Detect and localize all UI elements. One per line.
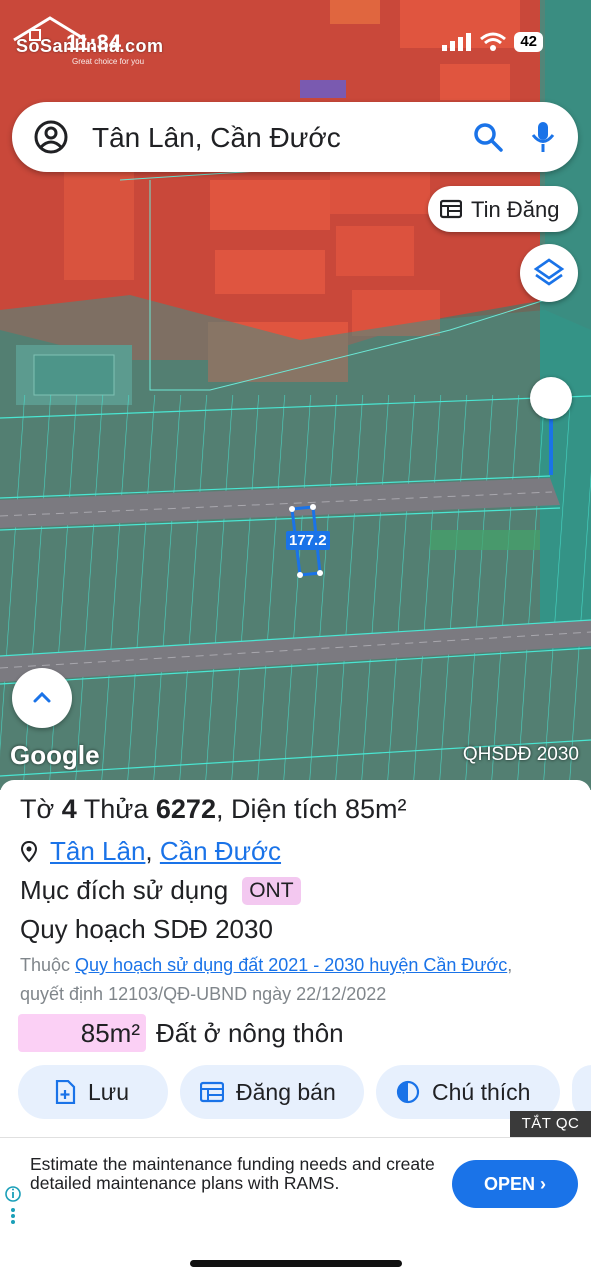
microphone-icon[interactable] [530,120,556,154]
signal-icon [442,33,472,51]
chevron-up-icon [33,691,51,703]
parcel-title: Tờ 4 Thửa 6272, Diện tích 85m² [20,794,407,825]
status-time: 11:34 [66,30,122,55]
opacity-slider-track[interactable] [549,419,553,475]
search-input[interactable]: Tân Lân, Cần Đước [92,122,341,154]
desc-prefix: Thuộc [20,955,71,975]
search-icon[interactable] [472,121,504,153]
purpose-label: Mục đích sử dụng [20,875,229,905]
listing-icon [200,1081,224,1103]
close-ad-button[interactable]: TẮT QC [510,1111,591,1137]
parcel-number: 6272 [155,794,216,824]
ad-banner[interactable]: Estimate the maintenance funding needs a… [0,1137,591,1230]
parcel-dimension-label[interactable]: 177.2 [286,531,330,550]
search-bar[interactable]: Tân Lân, Cần Đước [12,102,578,172]
legend-label: Chú thích [432,1078,531,1105]
contrast-icon [396,1080,420,1104]
area-value: 85m² [80,1018,140,1048]
google-logo: Google [10,740,100,770]
location-separator: , [145,836,153,866]
post-sale-button[interactable]: Đăng bán [180,1065,364,1119]
wifi-icon [480,32,507,51]
add-document-icon [55,1080,76,1104]
sheet-number: 4 [61,794,77,824]
ad-info-icon[interactable] [4,1184,22,1228]
land-use-row: 85m² Đất ở nông thôn [18,1014,344,1052]
ad-text: Estimate the maintenance funding needs a… [30,1154,435,1193]
action-buttons: Lưu Đăng bán Chú thích [18,1065,591,1119]
listing-icon [440,199,462,219]
listings-label: Tin Đăng [471,197,560,222]
purpose-code-badge: ONT [242,876,301,905]
watermark-tagline: Great choice for you [72,57,145,66]
map-view[interactable]: SoSanhnha.com Great choice for you 11:34… [0,0,591,790]
plan-title: Quy hoạch SDĐ 2030 [20,914,273,944]
account-icon[interactable] [34,120,68,154]
district-link[interactable]: Cần Đước [160,836,281,867]
location-row: Tân Lân, Cần Đước [20,836,281,867]
plan-description: Thuộc Quy hoạch sử dụng đất 2021 - 2030 … [20,951,560,1009]
save-label: Lưu [88,1078,129,1105]
location-pin-icon [20,840,38,862]
plan-layer-label: QHSDĐ 2030 [462,744,579,765]
battery-indicator: 42 [514,32,543,52]
area-chip: 85m² [18,1014,146,1052]
listings-button[interactable]: Tin Đăng [428,186,578,232]
status-icons: 42 [442,32,543,52]
home-indicator[interactable] [190,1260,402,1267]
ad-open-button[interactable]: OPEN › [452,1160,578,1208]
purpose-row: Mục đích sử dụng ONT [20,875,301,906]
area-text: , Diện tích 85m² [215,794,407,824]
plan-link[interactable]: Quy hoạch sử dụng đất 2021 - 2030 huyện … [75,955,507,975]
expand-up-button[interactable] [12,668,72,728]
layers-icon [533,258,565,286]
commune-link[interactable]: Tân Lân [50,836,145,867]
save-button[interactable]: Lưu [18,1065,168,1119]
parcel-info-panel: Tờ 4 Thửa 6272, Diện tích 85m² Tân Lân, … [0,780,591,1140]
title-prefix: Tờ [20,794,55,824]
opacity-slider-handle[interactable] [530,377,572,419]
status-bar: SoSanhnha.com Great choice for you 11:34… [0,0,591,88]
post-sale-label: Đăng bán [236,1078,336,1105]
parcel-word: Thửa [83,794,149,824]
layers-button[interactable] [520,244,578,302]
land-use-name: Đất ở nông thôn [156,1017,344,1048]
